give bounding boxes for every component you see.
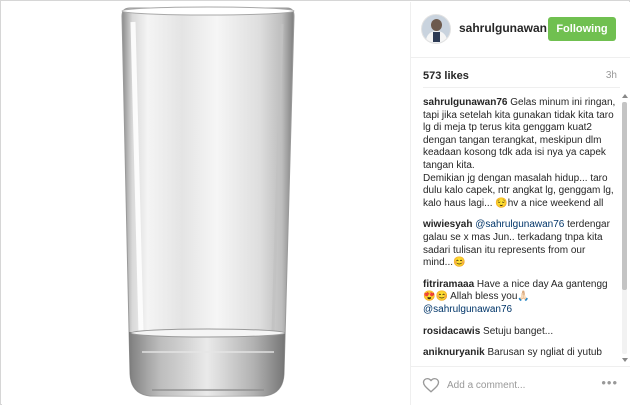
avatar-head xyxy=(431,19,442,31)
avatar-tie xyxy=(433,32,440,42)
post-sidebar: sahrulgunawan... Following 573 likes 3h … xyxy=(410,2,630,405)
comment-text: Barusan sy ngliat di yutub xyxy=(487,347,602,359)
avatar[interactable] xyxy=(421,14,451,44)
post-image xyxy=(2,2,410,405)
comments-scrollbar[interactable] xyxy=(621,94,628,362)
drinking-glass-image xyxy=(121,6,295,397)
comment-mention[interactable]: @sahrulgunawan76 xyxy=(423,304,512,315)
comment-text: Gelas minum ini ringan, tapi jika setela… xyxy=(423,97,616,171)
scroll-up-arrow-icon[interactable] xyxy=(622,94,628,98)
comment-author[interactable]: wiwiesyah xyxy=(423,219,472,230)
post-time: 3h xyxy=(605,70,617,81)
comments-list: sahrulgunawan76 Gelas minum ini ringan, … xyxy=(411,88,617,364)
comment-mention[interactable]: @sahrulgunawan76 xyxy=(475,219,564,230)
comment-item: fitriramaaa Have a nice day Aa gantengg😍… xyxy=(411,279,617,317)
comment-author[interactable]: aniknuryanik xyxy=(423,347,485,358)
comment-item: aniknuryanik Barusan sy ngliat di yutub xyxy=(411,347,617,360)
comment-item: sahrulgunawan76 Gelas minum ini ringan, … xyxy=(411,97,617,210)
likes-count[interactable]: 573 likes xyxy=(423,70,469,82)
scroll-down-arrow-icon[interactable] xyxy=(622,358,628,362)
heart-icon[interactable] xyxy=(422,376,440,394)
comment-author[interactable]: sahrulgunawan76 xyxy=(423,97,507,108)
comment-author[interactable]: fitriramaaa xyxy=(423,279,474,290)
comment-text: Setuju banget... xyxy=(483,325,554,337)
username-link[interactable]: sahrulgunawan... xyxy=(459,21,547,35)
post-stats: 573 likes 3h xyxy=(411,59,630,85)
following-button[interactable]: Following xyxy=(548,17,616,41)
instagram-post-window: sahrulgunawan... Following 573 likes 3h … xyxy=(0,0,630,405)
more-options-icon[interactable]: ••• xyxy=(601,375,618,390)
scroll-thumb[interactable] xyxy=(622,102,627,290)
add-comment-input[interactable] xyxy=(447,377,587,393)
comment-item: rosidacawis Setuju banget... xyxy=(411,326,617,339)
add-comment-bar: ••• xyxy=(411,366,630,404)
comment-text-continued: Demikian jg dengan masalah hidup... taro… xyxy=(423,172,614,209)
post-header: sahrulgunawan... Following xyxy=(411,2,630,58)
comment-author[interactable]: rosidacawis xyxy=(423,326,480,337)
comment-item: wiwiesyah @sahrulgunawan76 terdengar gal… xyxy=(411,219,617,269)
